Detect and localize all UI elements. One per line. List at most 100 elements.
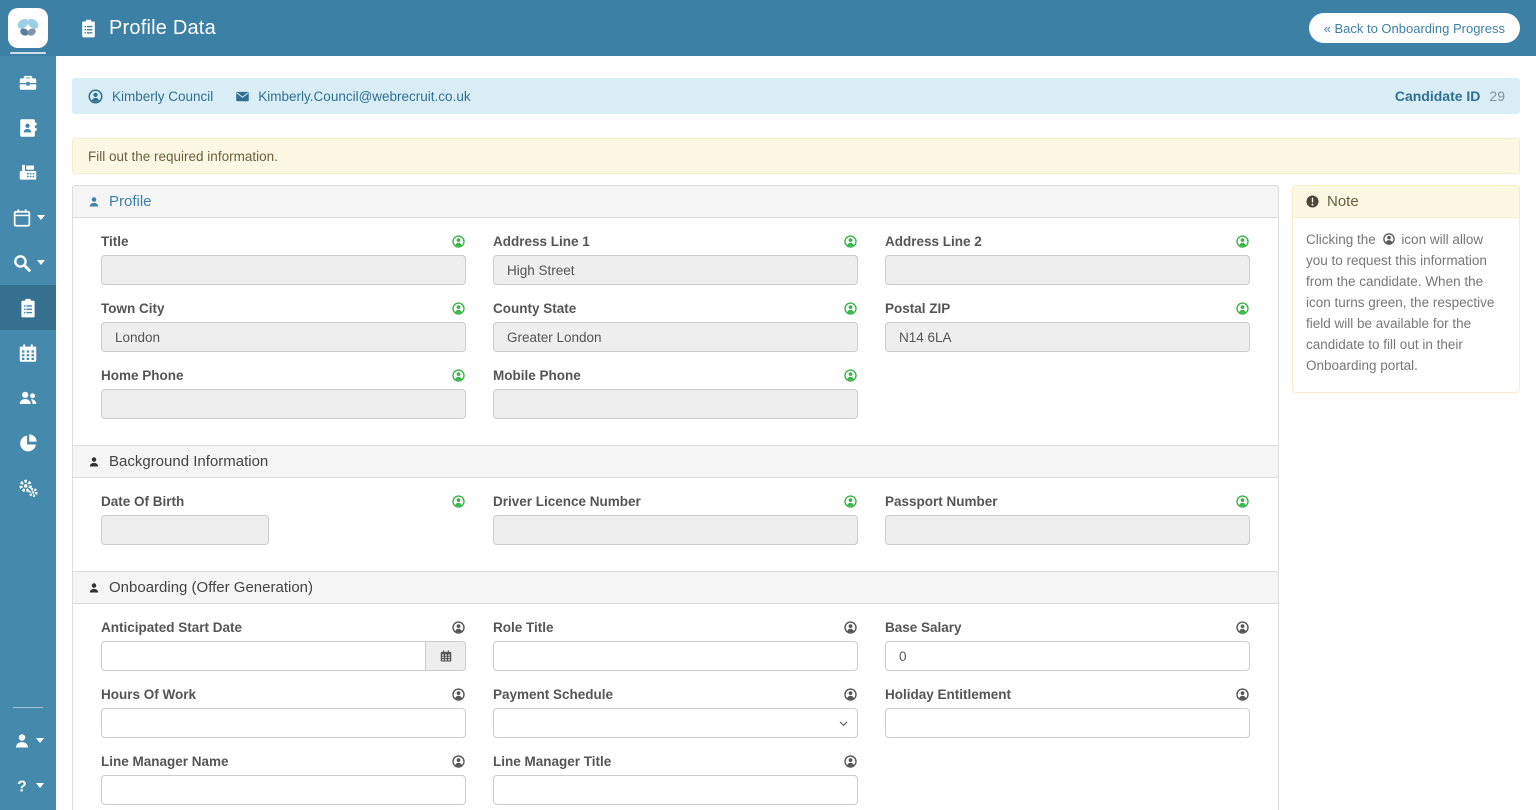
form-field-hours-of-work: Hours Of Work (101, 687, 466, 738)
sidebar-item-calendar[interactable] (0, 195, 56, 240)
field-input-line-manager-title[interactable] (493, 775, 858, 805)
field-select-payment-schedule[interactable] (493, 708, 858, 738)
sidebar-item-address-book[interactable] (0, 105, 56, 150)
request-info-icon[interactable] (1235, 494, 1250, 509)
field-input-title (101, 255, 466, 285)
sidebar-item-search[interactable] (0, 240, 56, 285)
section-user-icon (87, 455, 101, 469)
field-input-holiday-entitlement[interactable] (885, 708, 1250, 738)
form-field-address-line-2: Address Line 2 (885, 234, 1250, 285)
user-circle-icon (1382, 232, 1396, 246)
field-label: Line Manager Name (101, 754, 229, 769)
note-body: Clicking the icon will allow you to requ… (1293, 218, 1519, 392)
section-title: Onboarding (Offer Generation) (109, 579, 313, 596)
field-label: Base Salary (885, 620, 962, 635)
section-body: Title Address Line 1 Address Line 2 Town Ci… (73, 218, 1278, 445)
candidate-id-label: Candidate ID (1395, 88, 1481, 104)
field-input-date-of-birth (101, 515, 269, 545)
calendar-addon-button[interactable] (426, 641, 466, 671)
field-input-passport-number (885, 515, 1250, 545)
request-info-icon[interactable] (451, 620, 466, 635)
request-info-icon[interactable] (1235, 687, 1250, 702)
field-input-anticipated-start-date[interactable] (101, 641, 426, 671)
field-label: Driver Licence Number (493, 494, 641, 509)
request-info-icon[interactable] (843, 620, 858, 635)
field-input-hours-of-work[interactable] (101, 708, 466, 738)
request-info-icon[interactable] (451, 234, 466, 249)
chevron-down-icon (36, 783, 44, 788)
request-info-icon[interactable] (843, 494, 858, 509)
note-text: Clicking the (1306, 232, 1376, 247)
info-circle-icon (1305, 194, 1320, 209)
field-label: Town City (101, 301, 165, 316)
request-info-icon[interactable] (843, 687, 858, 702)
request-info-icon[interactable] (451, 301, 466, 316)
sidebar-divider (13, 707, 43, 708)
section-body: Anticipated Start DateRole TitleBase Sal… (73, 604, 1278, 810)
note-panel: Note Clicking the icon will allow you to… (1292, 185, 1520, 393)
sidebar-item-pie[interactable] (0, 420, 56, 465)
note-text: icon will allow you to request this info… (1306, 232, 1494, 373)
app-logo[interactable] (8, 8, 48, 48)
calendar-icon (439, 649, 453, 663)
section-header-profile: Profile (73, 186, 1278, 218)
request-info-icon[interactable] (1235, 234, 1250, 249)
field-label: Line Manager Title (493, 754, 611, 769)
field-label: Title (101, 234, 129, 249)
alert-message: Fill out the required information. (88, 149, 278, 164)
field-label: Hours Of Work (101, 687, 196, 702)
request-info-icon[interactable] (843, 368, 858, 383)
field-label: Payment Schedule (493, 687, 613, 702)
calendar-grid-icon (17, 342, 39, 364)
request-info-icon[interactable] (1235, 301, 1250, 316)
candidate-email: Kimberly.Council@webrecruit.co.uk (258, 89, 470, 104)
request-info-icon[interactable] (1235, 620, 1250, 635)
field-input-line-manager-name[interactable] (101, 775, 466, 805)
field-label: Home Phone (101, 368, 184, 383)
request-info-icon[interactable] (451, 368, 466, 383)
field-input-address-line-1 (493, 255, 858, 285)
sidebar-item-question[interactable] (0, 763, 56, 808)
clipboard-icon (78, 18, 99, 39)
sidebar-item-fax[interactable] (0, 150, 56, 195)
form-field-postal-zip: Postal ZIP (885, 301, 1250, 352)
field-input-base-salary[interactable] (885, 641, 1250, 671)
note-title: Note (1327, 193, 1359, 210)
form-field-county-state: County State (493, 301, 858, 352)
form-field-line-manager-title: Line Manager Title (493, 754, 858, 805)
request-info-icon[interactable] (451, 754, 466, 769)
request-info-icon[interactable] (843, 301, 858, 316)
sidebar-item-calendar-grid[interactable] (0, 330, 56, 375)
request-info-icon[interactable] (451, 687, 466, 702)
form-field-address-line-1: Address Line 1 (493, 234, 858, 285)
candidate-name: Kimberly Council (112, 89, 213, 104)
sidebar-item-users[interactable] (0, 375, 56, 420)
sidebar-item-cogs[interactable] (0, 465, 56, 510)
section-user-icon (87, 581, 101, 595)
note-header: Note (1293, 186, 1519, 218)
field-label: Anticipated Start Date (101, 620, 242, 635)
sidebar-item-user[interactable] (0, 718, 56, 763)
main-row: Profile Title Address Line 1 Address Line 2… (72, 185, 1520, 810)
field-label: Mobile Phone (493, 368, 581, 383)
field-label: Holiday Entitlement (885, 687, 1011, 702)
field-input-postal-zip (885, 322, 1250, 352)
user-circle-icon (87, 88, 104, 105)
briefcase-icon (17, 72, 39, 94)
sidebar-item-clipboard[interactable] (0, 285, 56, 330)
pie-chart-icon (17, 432, 39, 454)
request-info-icon[interactable] (843, 234, 858, 249)
back-to-onboarding-button[interactable]: « Back to Onboarding Progress (1309, 13, 1520, 43)
field-label: Address Line 2 (885, 234, 982, 249)
sidebar-item-briefcase[interactable] (0, 60, 56, 105)
field-input-role-title[interactable] (493, 641, 858, 671)
sidebar-bottom-nav (0, 707, 56, 808)
field-label: Date Of Birth (101, 494, 184, 509)
field-label: Address Line 1 (493, 234, 590, 249)
request-info-icon[interactable] (843, 754, 858, 769)
fax-icon (17, 162, 39, 184)
envelope-icon (235, 89, 250, 104)
request-info-icon[interactable] (451, 494, 466, 509)
calendar-icon (11, 207, 33, 229)
field-input-driver-licence-number (493, 515, 858, 545)
